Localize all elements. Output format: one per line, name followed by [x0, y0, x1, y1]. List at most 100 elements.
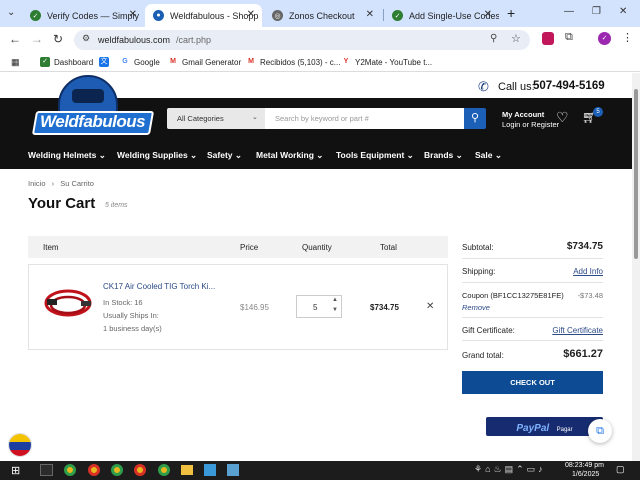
- bookmark-star-icon[interactable]: ☆: [511, 32, 521, 45]
- account-login-link[interactable]: Login or Register: [502, 120, 559, 129]
- nav-metal-working[interactable]: Metal Working ⌄: [256, 150, 323, 161]
- chrome-icon[interactable]: [111, 464, 123, 476]
- gift-certificate-link[interactable]: Gift Certificate: [552, 326, 603, 335]
- tab-zonos[interactable]: ◎ Zonos Checkout ✕: [264, 4, 381, 27]
- items-count: 5 items: [105, 202, 128, 209]
- close-tab-icon[interactable]: ✕: [247, 9, 255, 20]
- chevron-down-icon: ⌄: [252, 114, 258, 121]
- nav-label: Sale: [475, 150, 493, 160]
- apps-grid-icon[interactable]: ▦: [11, 57, 20, 68]
- gmail-icon: M: [246, 57, 256, 67]
- gift-certificate-label: Gift Certificate:: [462, 326, 515, 335]
- profile-avatar[interactable]: ✓: [598, 32, 611, 45]
- product-name-link[interactable]: CK17 Air Cooled TIG Torch Ki...: [103, 282, 215, 291]
- quantity-stepper[interactable]: 5 ▲ ▼: [296, 295, 342, 318]
- taskview-icon[interactable]: [40, 464, 53, 476]
- nav-label: Brands: [424, 150, 454, 160]
- app-icon[interactable]: [204, 464, 216, 476]
- grand-total-label: Grand total:: [462, 351, 504, 360]
- breadcrumb: Inicio › Su Carrito: [28, 179, 94, 188]
- reload-icon[interactable]: ↻: [53, 32, 63, 46]
- logo-text: Weldfabulous: [40, 112, 146, 131]
- menu-kebab-icon[interactable]: ⋮: [622, 31, 633, 44]
- checkmark-icon: ✓: [392, 10, 403, 21]
- clock-date[interactable]: 1/6/2025: [572, 471, 599, 478]
- increase-icon[interactable]: ▲: [332, 297, 338, 303]
- close-window-icon[interactable]: ✕: [619, 6, 627, 17]
- chrome-icon[interactable]: [134, 464, 146, 476]
- back-icon[interactable]: ←: [9, 32, 21, 46]
- tab-verify-codes[interactable]: ✓ Verify Codes — Simply ✕: [22, 4, 144, 27]
- minimize-icon[interactable]: —: [564, 6, 574, 17]
- remove-item-icon[interactable]: ✕: [426, 301, 434, 312]
- address-bar[interactable]: ⚙ weldfabulous.com /cart.php ⚲ ☆: [74, 30, 530, 50]
- nav-welding-supplies[interactable]: Welding Supplies ⌄: [117, 150, 197, 161]
- checkmark-icon: ✓: [30, 10, 41, 21]
- site-info-icon[interactable]: ⚙: [82, 33, 90, 44]
- close-tab-icon[interactable]: ✕: [366, 9, 374, 20]
- chrome-icon[interactable]: [64, 464, 76, 476]
- app-icon[interactable]: [227, 464, 239, 476]
- category-select[interactable]: All Categories ⌄: [167, 108, 265, 129]
- tab-search-icon[interactable]: ⌄: [7, 7, 15, 18]
- category-select-value: All Categories: [177, 114, 224, 123]
- chrome-icon[interactable]: [158, 464, 170, 476]
- site-logo[interactable]: Weldfabulous: [31, 75, 155, 137]
- nav-sale[interactable]: Sale ⌄: [475, 150, 502, 161]
- start-icon[interactable]: ⊞: [11, 464, 20, 477]
- header-quantity: Quantity: [302, 243, 332, 252]
- coupon-value: -$73.48: [577, 291, 603, 300]
- extension-icon[interactable]: [542, 32, 554, 45]
- decrease-icon[interactable]: ▼: [332, 307, 338, 313]
- phone-number[interactable]: 507-494-5169: [533, 80, 605, 92]
- file-explorer-icon[interactable]: [181, 465, 193, 475]
- maximize-icon[interactable]: ❐: [592, 6, 601, 17]
- search-input[interactable]: Search by keyword or part #: [265, 108, 464, 129]
- bookmark-google[interactable]: G Google: [120, 57, 160, 67]
- extensions-puzzle-icon[interactable]: ⧉: [565, 31, 573, 44]
- zoom-search-icon[interactable]: ⚲: [490, 33, 497, 44]
- nav-welding-helmets[interactable]: Welding Helmets ⌄: [28, 150, 106, 161]
- bookmark-label: Dashboard: [54, 57, 94, 67]
- product-image[interactable]: [43, 283, 93, 323]
- checkout-button[interactable]: CHECK OUT: [462, 371, 603, 394]
- nav-label: Tools Equipment: [336, 150, 405, 160]
- search-button[interactable]: ⚲: [464, 108, 486, 129]
- venezuela-flag-icon[interactable]: [8, 433, 32, 457]
- nav-label: Welding Helmets: [28, 150, 97, 160]
- tab-title: Weldfabulous - Shopp: [170, 10, 259, 21]
- nav-safety[interactable]: Safety ⌄: [207, 150, 242, 161]
- new-tab-button[interactable]: +: [507, 5, 515, 21]
- breadcrumb-home[interactable]: Inicio: [28, 179, 46, 188]
- bookmark-gmail-generator[interactable]: M Gmail Generator: [168, 57, 241, 67]
- nav-tools-equipment[interactable]: Tools Equipment ⌄: [336, 150, 414, 161]
- close-tab-icon[interactable]: ✕: [129, 9, 137, 20]
- nav-label: Welding Supplies: [117, 150, 188, 160]
- nav-label: Safety: [207, 150, 233, 160]
- system-tray-icons[interactable]: ⚘⌂♨▤⌃▭♪: [474, 464, 546, 475]
- clock-time[interactable]: 08:23:49 pm: [565, 462, 604, 469]
- shipping-add-info-link[interactable]: Add Info: [573, 267, 603, 276]
- notification-icon[interactable]: ▢: [616, 464, 625, 475]
- scrollbar-thumb[interactable]: [634, 89, 638, 259]
- translate-widget-icon[interactable]: ⧉: [588, 419, 612, 443]
- coupon-remove-link[interactable]: Remove: [462, 303, 490, 312]
- tab-add-codes[interactable]: ✓ Add Single-Use Codes ✕: [384, 4, 499, 27]
- bookmark-translate[interactable]: 文: [99, 57, 113, 67]
- forward-icon[interactable]: →: [31, 32, 43, 46]
- bookmark-dashboard[interactable]: ✓ Dashboard: [40, 57, 93, 67]
- tab-title: Zonos Checkout: [289, 10, 355, 21]
- bookmark-y2mate[interactable]: Y Y2Mate - YouTube t...: [341, 57, 432, 67]
- bookmark-recibidos[interactable]: M Recibidos (5,103) - c...: [246, 57, 340, 67]
- tab-weldfabulous[interactable]: ● Weldfabulous - Shopp ✕: [145, 4, 262, 27]
- subtotal-value: $734.75: [566, 241, 603, 252]
- nav-brands[interactable]: Brands ⌄: [424, 150, 463, 161]
- wishlist-heart-icon[interactable]: ♡: [556, 109, 569, 126]
- url-host: weldfabulous.com: [98, 35, 171, 45]
- page-scrollbar[interactable]: [632, 73, 640, 461]
- cart-page: Inicio › Su Carrito Your Cart 5 items It…: [0, 169, 632, 461]
- account-title[interactable]: My Account: [502, 110, 544, 119]
- paypal-button[interactable]: PayPal Pagar: [486, 417, 603, 436]
- close-tab-icon[interactable]: ✕: [484, 9, 492, 20]
- chrome-icon[interactable]: [88, 464, 100, 476]
